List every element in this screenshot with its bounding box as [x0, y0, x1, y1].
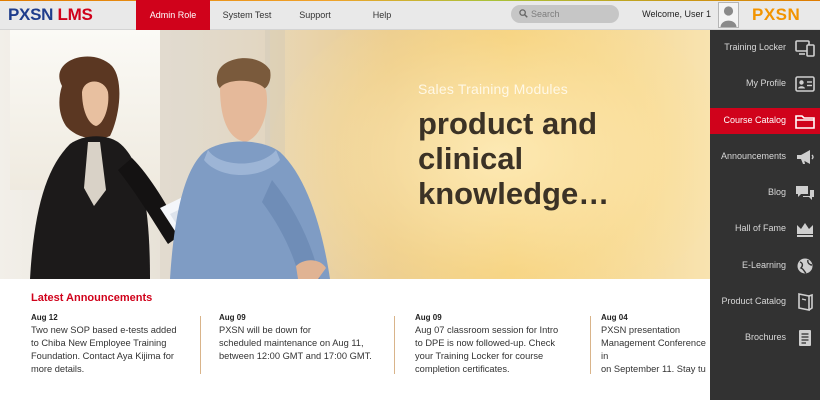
chat-bubbles-icon	[796, 186, 814, 200]
announcement-item[interactable]: Aug 09 PXSN will be down for scheduled m…	[219, 313, 389, 363]
announcement-date: Aug 09	[415, 313, 442, 322]
nav-admin-role[interactable]: Admin Role	[136, 0, 210, 30]
hero-headline-line-2: clinical knowledge…	[418, 141, 610, 211]
hero-eyebrow: Sales Training Modules	[418, 81, 568, 97]
app-logo[interactable]: PXSN LMS	[8, 5, 93, 25]
announcement-item[interactable]: Aug 12 Two new SOP based e-tests added t…	[31, 313, 193, 376]
nav-support[interactable]: Support	[284, 0, 346, 30]
brand-logo: PXSN	[752, 5, 801, 24]
sidebar-item-label: Training Locker	[724, 42, 786, 52]
crown-icon	[797, 223, 813, 237]
sidebar-item-blog[interactable]: Blog	[710, 180, 820, 206]
sidebar-item-label: My Profile	[745, 78, 786, 88]
announcement-text: Two new SOP based e-tests added to Chiba…	[31, 325, 177, 374]
sidebar-item-training-locker[interactable]: Training Locker	[710, 35, 820, 61]
sidebar-item-label: Brochures	[744, 332, 786, 342]
announcement-date: Aug 09	[219, 313, 246, 322]
document-icon	[799, 330, 811, 346]
sidebar-item-label: Announcements	[720, 151, 786, 161]
search-input[interactable]	[531, 6, 615, 22]
sidebar-item-label: Product Catalog	[721, 296, 786, 306]
announcements-heading: Latest Announcements	[31, 292, 153, 304]
sidebar-item-e-learning[interactable]: E-Learning	[710, 253, 820, 279]
book-icon	[798, 293, 813, 311]
announcement-divider	[394, 316, 395, 374]
nav-system-test[interactable]: System Test	[210, 0, 284, 30]
announcement-text: PXSN presentation Management Conference …	[601, 325, 706, 374]
announcement-item[interactable]: Aug 09 Aug 07 classroom session for Intr…	[415, 313, 585, 376]
top-bar: PXSN LMS Admin Role System Test Support …	[0, 0, 820, 30]
main-nav: Admin Role System Test Support Help	[136, 0, 418, 30]
announcement-divider	[590, 316, 591, 374]
hero-headline: product and clinical knowledge…	[418, 106, 710, 211]
announcement-date: Aug 12	[31, 313, 58, 322]
sidebar-item-my-profile[interactable]: My Profile	[710, 71, 820, 97]
welcome-text: Welcome, User 1	[642, 9, 711, 19]
search-icon	[519, 9, 528, 18]
sidebar-item-brochures[interactable]: Brochures	[710, 325, 820, 351]
right-sidebar: Training Locker My Profile Course Catalo…	[710, 30, 820, 400]
hero-headline-line-1: product and	[418, 106, 598, 141]
sidebar-item-label: E-Learning	[741, 260, 786, 270]
user-silhouette-icon	[719, 3, 738, 27]
profile-card-icon	[795, 76, 815, 92]
sidebar-item-hall-of-fame[interactable]: Hall of Fame	[710, 216, 820, 242]
sidebar-item-product-catalog[interactable]: Product Catalog	[710, 289, 820, 315]
nav-help[interactable]: Help	[346, 0, 418, 30]
logo-text-lms: LMS	[57, 5, 93, 24]
announcement-text: Aug 07 classroom session for Intro to DP…	[415, 325, 559, 374]
megaphone-icon	[797, 150, 814, 164]
logo-text-pxsn: PXSN	[8, 5, 54, 24]
announcement-divider	[200, 316, 201, 374]
sidebar-item-announcements[interactable]: Announcements	[710, 144, 820, 170]
announcement-item[interactable]: Aug 04 PXSN presentation Management Conf…	[601, 313, 710, 376]
globe-icon	[797, 258, 813, 274]
announcement-text: PXSN will be down for scheduled maintena…	[219, 325, 372, 361]
avatar[interactable]	[718, 2, 739, 28]
sidebar-item-course-catalog[interactable]: Course Catalog	[710, 108, 820, 134]
folder-icon	[795, 115, 815, 129]
announcement-date: Aug 04	[601, 313, 628, 322]
search-box[interactable]	[511, 5, 619, 23]
sidebar-item-label: Hall of Fame	[734, 223, 786, 233]
devices-icon	[795, 40, 815, 57]
hero-banner: Sales Training Modules product and clini…	[0, 30, 710, 279]
sidebar-item-label: Course Catalog	[723, 115, 786, 125]
sidebar-item-label: Blog	[767, 187, 786, 197]
